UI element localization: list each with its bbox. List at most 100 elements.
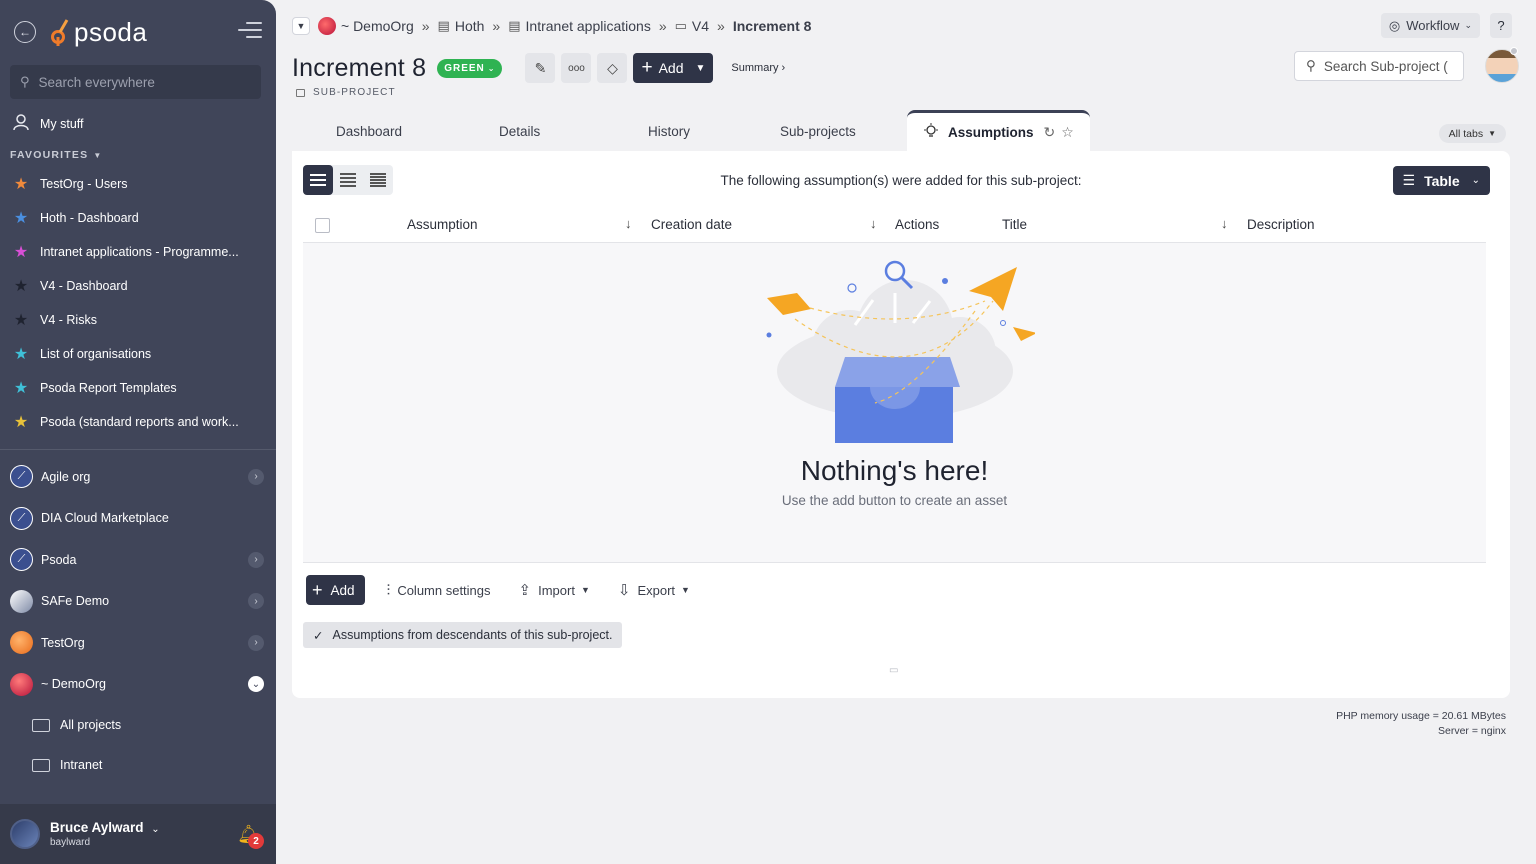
favourite-item[interactable]: ★ V4 - Risks [0,303,276,337]
breadcrumb-item[interactable]: V4 [692,18,709,34]
user-name: Bruce Aylward ⌄ [50,820,160,835]
org-item-psoda[interactable]: ⟋ Psoda › [0,539,276,581]
sidebar-item-my-stuff[interactable]: My stuff [0,107,276,141]
add-button[interactable]: + Add ▼ [633,53,714,83]
org-item-dia-cloud[interactable]: ⟋ DIA Cloud Marketplace [0,498,276,540]
psoda-logo[interactable]: psoda [50,17,147,48]
column-header-assumption[interactable]: Assumption [407,217,478,232]
panel-heading: The following assumption(s) were added f… [720,173,1082,188]
breadcrumb-separator: » [492,18,501,34]
check-icon: ✓ [313,628,324,643]
favourite-item[interactable]: ★ List of organisations [0,337,276,371]
favourite-item[interactable]: ★ V4 - Dashboard [0,269,276,303]
org-item-safe-demo[interactable]: SAFe Demo › [0,581,276,623]
sort-arrow-icon[interactable]: ↓ [1221,216,1228,231]
org-item-testorg[interactable]: TestOrg › [0,622,276,664]
assumptions-panel: The following assumption(s) were added f… [292,151,1510,698]
search-sub-project-input[interactable]: ⚲ Search Sub-project ( [1294,51,1464,81]
top-right-actions: ◎ Workflow ⌄ ? [1380,13,1512,38]
view-selector-button[interactable]: ☰ Table ⌄ [1392,166,1490,195]
summary-link[interactable]: Summary › [731,62,785,74]
column-header-actions[interactable]: Actions [895,217,939,232]
upload-icon: ⇪ [518,582,532,599]
chevron-right-icon[interactable]: › [248,634,264,651]
tab-assumptions[interactable]: Assumptions ↻ ☆ [907,110,1090,152]
org-item-agile-org[interactable]: ⟋ Agile org › [0,456,276,498]
chevron-down-icon[interactable]: ⌄ [248,676,264,693]
chevron-down-icon: ⌄ [487,63,496,73]
avatar [10,819,40,849]
chevron-down-icon: ⌄ [1471,175,1480,186]
empty-inbox-illustration [766,260,1035,443]
export-button[interactable]: ⇩ Export ▼ [618,581,690,599]
add-assumption-button[interactable]: + Add [306,575,365,605]
star-icon: ★ [13,414,29,431]
column-header-description[interactable]: Description [1247,217,1315,232]
chevron-down-icon: ▼ [580,585,590,595]
sidebar-search-input[interactable]: ⚲ Search everywhere [10,65,261,99]
org-avatar [10,631,33,655]
tab-details[interactable]: Details [499,124,540,139]
sort-arrow-icon[interactable]: ↓ [870,216,877,231]
org-avatar [10,672,33,696]
breadcrumb-item[interactable]: Intranet applications [526,18,651,34]
briefcase-icon [32,758,50,772]
favourite-item[interactable]: ★ Intranet applications - Programme... [0,235,276,269]
select-all-checkbox[interactable] [315,218,330,233]
org-item-demoorg[interactable]: ~ DemoOrg ⌄ [0,664,276,706]
tab-sub-projects[interactable]: Sub-projects [780,124,856,139]
resize-handle-icon[interactable]: ▭ [889,665,898,676]
status-badge[interactable]: GREEN ⌄ [437,58,503,78]
table-header: Assumption ↓ Creation date ↓ Actions Tit… [303,208,1486,243]
favourite-item[interactable]: ★ TestOrg - Users [0,167,276,201]
favourite-item[interactable]: ★ Psoda Report Templates [0,371,276,405]
search-icon: ⚲ [1306,58,1316,73]
breadcrumb-item[interactable]: Hoth [455,18,485,34]
workflow-button[interactable]: ◎ Workflow ⌄ [1380,13,1480,38]
page-scrollbar[interactable] [1528,0,1536,864]
plus-icon: + [312,579,323,600]
favourite-item[interactable]: ★ Psoda (standard reports and work... [0,405,276,439]
chevron-right-icon[interactable]: › [248,593,264,610]
empty-state: Nothing's here! Use the add button to cr… [303,243,1486,563]
collapse-sidebar-icon[interactable] [238,22,262,40]
more-button[interactable]: ooo [561,53,592,83]
favourites-header[interactable]: FAVOURITES ▼ [0,143,276,167]
star-icon: ★ [13,244,29,261]
arrow-left-icon: ← [19,25,31,39]
tab-dashboard[interactable]: Dashboard [336,124,402,139]
sub-project-icon [296,88,305,97]
sidebar-header: ← psoda [0,0,276,64]
breadcrumb-item[interactable]: ~ DemoOrg [341,18,414,34]
help-button[interactable]: ? [1490,13,1512,38]
tab-history[interactable]: History [648,124,690,139]
sidebar-item-intranet[interactable]: Intranet [0,745,276,785]
workflow-icon: ◎ [1388,17,1401,33]
column-header-creation-date[interactable]: Creation date [651,217,732,232]
edit-button[interactable]: ✎ [525,53,556,83]
table-list-icon: ☰ [1402,172,1416,188]
server-name: Server = nginx [1438,724,1506,737]
back-button[interactable]: ← [14,21,36,43]
column-header-title[interactable]: Title [1002,217,1027,232]
notification-count-badge: 2 [248,833,264,849]
sort-arrow-icon[interactable]: ↓ [625,216,632,231]
user-panel[interactable]: Bruce Aylward ⌄ baylward 🔔︎ 2 [0,804,276,864]
descendants-toggle[interactable]: ✓ Assumptions from descendants of this s… [303,622,623,648]
chevron-right-icon[interactable]: › [248,468,264,485]
refresh-icon[interactable]: ↻ [1044,124,1056,141]
breadcrumb-dropdown[interactable]: ▼ [292,17,310,35]
sidebar-item-all-projects[interactable]: All projects [0,705,276,745]
org-avatar [10,589,33,613]
all-tabs-button[interactable]: All tabs ▼ [1438,124,1506,143]
book-icon: ▤ [437,18,450,33]
star-icon: ★ [13,210,29,227]
column-settings-button[interactable]: ⫶ Column settings [387,582,491,599]
favourite-item[interactable]: ★ Hoth - Dashboard [0,201,276,235]
star-outline-icon[interactable]: ☆ [1061,124,1074,141]
chevron-right-icon[interactable]: › [248,551,264,568]
import-button[interactable]: ⇪ Import ▼ [519,581,590,599]
tag-button[interactable]: ◇ [597,53,628,83]
tag-icon: ◇ [607,59,618,76]
sliders-icon: ⫶ [386,581,391,599]
